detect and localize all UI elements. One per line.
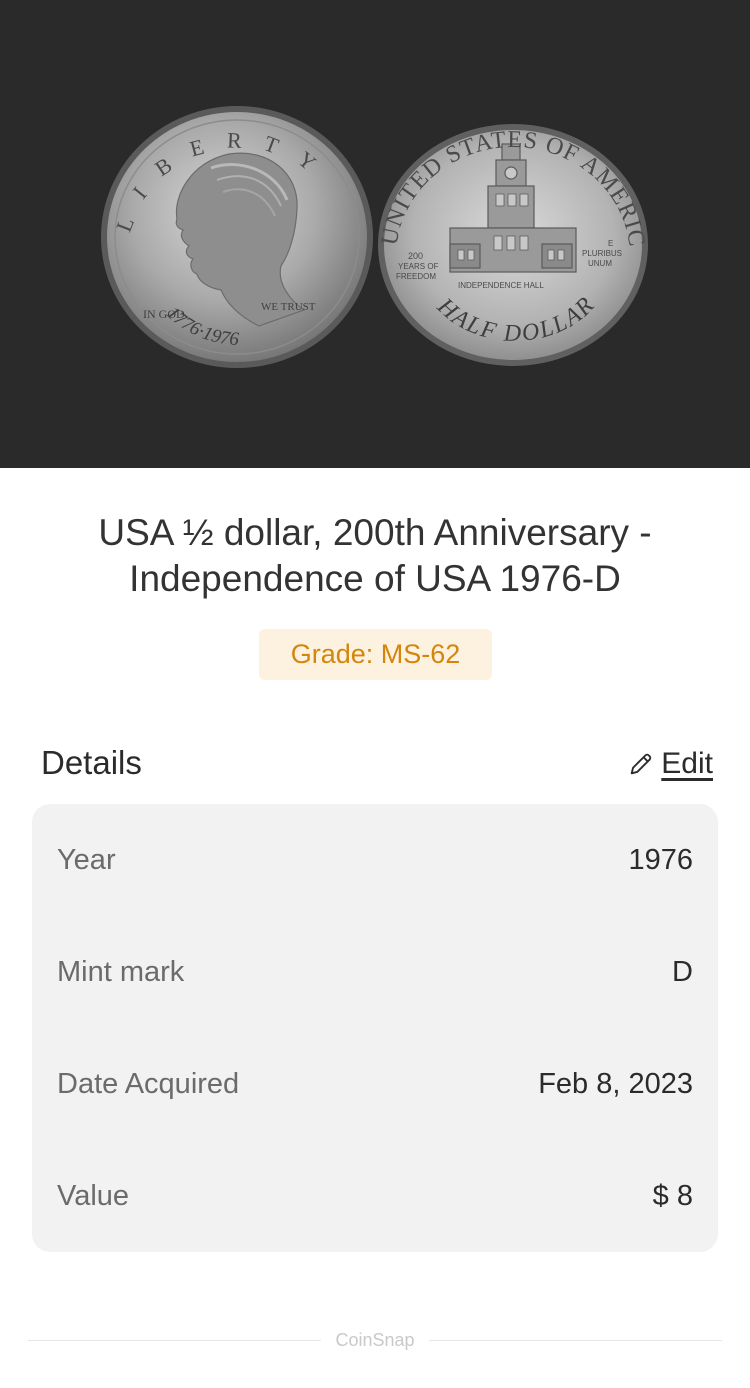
- details-card: Year 1976 Mint mark D Date Acquired Feb …: [32, 804, 718, 1252]
- detail-value: Feb 8, 2023: [538, 1067, 693, 1100]
- reverse-right-text-2: PLURIBUS: [582, 249, 622, 258]
- coin-title-line-2: Independence of USA 1976-D: [129, 558, 621, 599]
- coin-title: USA ½ dollar, 200th Anniversary - Indepe…: [30, 510, 720, 602]
- coin-reverse-image[interactable]: UNITED STATES OF AMERICA 200 YEARS OF FR…: [376, 122, 650, 368]
- reverse-left-text-1: 200: [408, 251, 423, 261]
- footer-divider-right: [428, 1339, 722, 1341]
- reverse-left-text-2: YEARS OF: [398, 262, 439, 271]
- reverse-building-text: INDEPENDENCE HALL: [458, 281, 544, 290]
- coin-obverse-image[interactable]: LIBERTY IN GOD WE TRUST 1776·1976: [99, 104, 375, 370]
- reverse-right-text-1: E: [608, 239, 613, 248]
- detail-label: Value: [57, 1179, 130, 1212]
- detail-value: D: [672, 955, 693, 988]
- detail-label: Year: [57, 843, 116, 876]
- detail-row-date-acquired: Date Acquired Feb 8, 2023: [57, 1064, 693, 1104]
- footer-brand-divider: CoinSnap: [28, 1323, 722, 1357]
- reverse-right-text-3: UNUM: [588, 259, 612, 268]
- detail-label: Date Acquired: [57, 1067, 240, 1100]
- obverse-motto-right: WE TRUST: [261, 301, 316, 313]
- footer-brand: CoinSnap: [335, 1329, 415, 1350]
- edit-button-label: Edit: [661, 747, 713, 780]
- footer-divider-left: [28, 1339, 322, 1341]
- detail-row-year: Year 1976: [57, 840, 693, 880]
- details-heading: Details: [41, 744, 142, 781]
- coin-image-area[interactable]: LIBERTY IN GOD WE TRUST 1776·1976 UNITED…: [0, 0, 750, 468]
- reverse-left-text-3: FREEDOM: [396, 272, 436, 281]
- grade-badge: Grade: MS-62: [259, 629, 492, 680]
- detail-row-mint-mark: Mint mark D: [57, 952, 693, 992]
- pencil-icon: [631, 753, 652, 775]
- detail-row-value: Value $ 8: [57, 1176, 693, 1216]
- detail-value: $ 8: [652, 1179, 693, 1212]
- edit-button[interactable]: Edit: [627, 744, 713, 784]
- detail-label: Mint mark: [57, 955, 185, 988]
- detail-value: 1976: [628, 843, 693, 876]
- coin-title-line-1: USA ½ dollar, 200th Anniversary -: [98, 512, 652, 553]
